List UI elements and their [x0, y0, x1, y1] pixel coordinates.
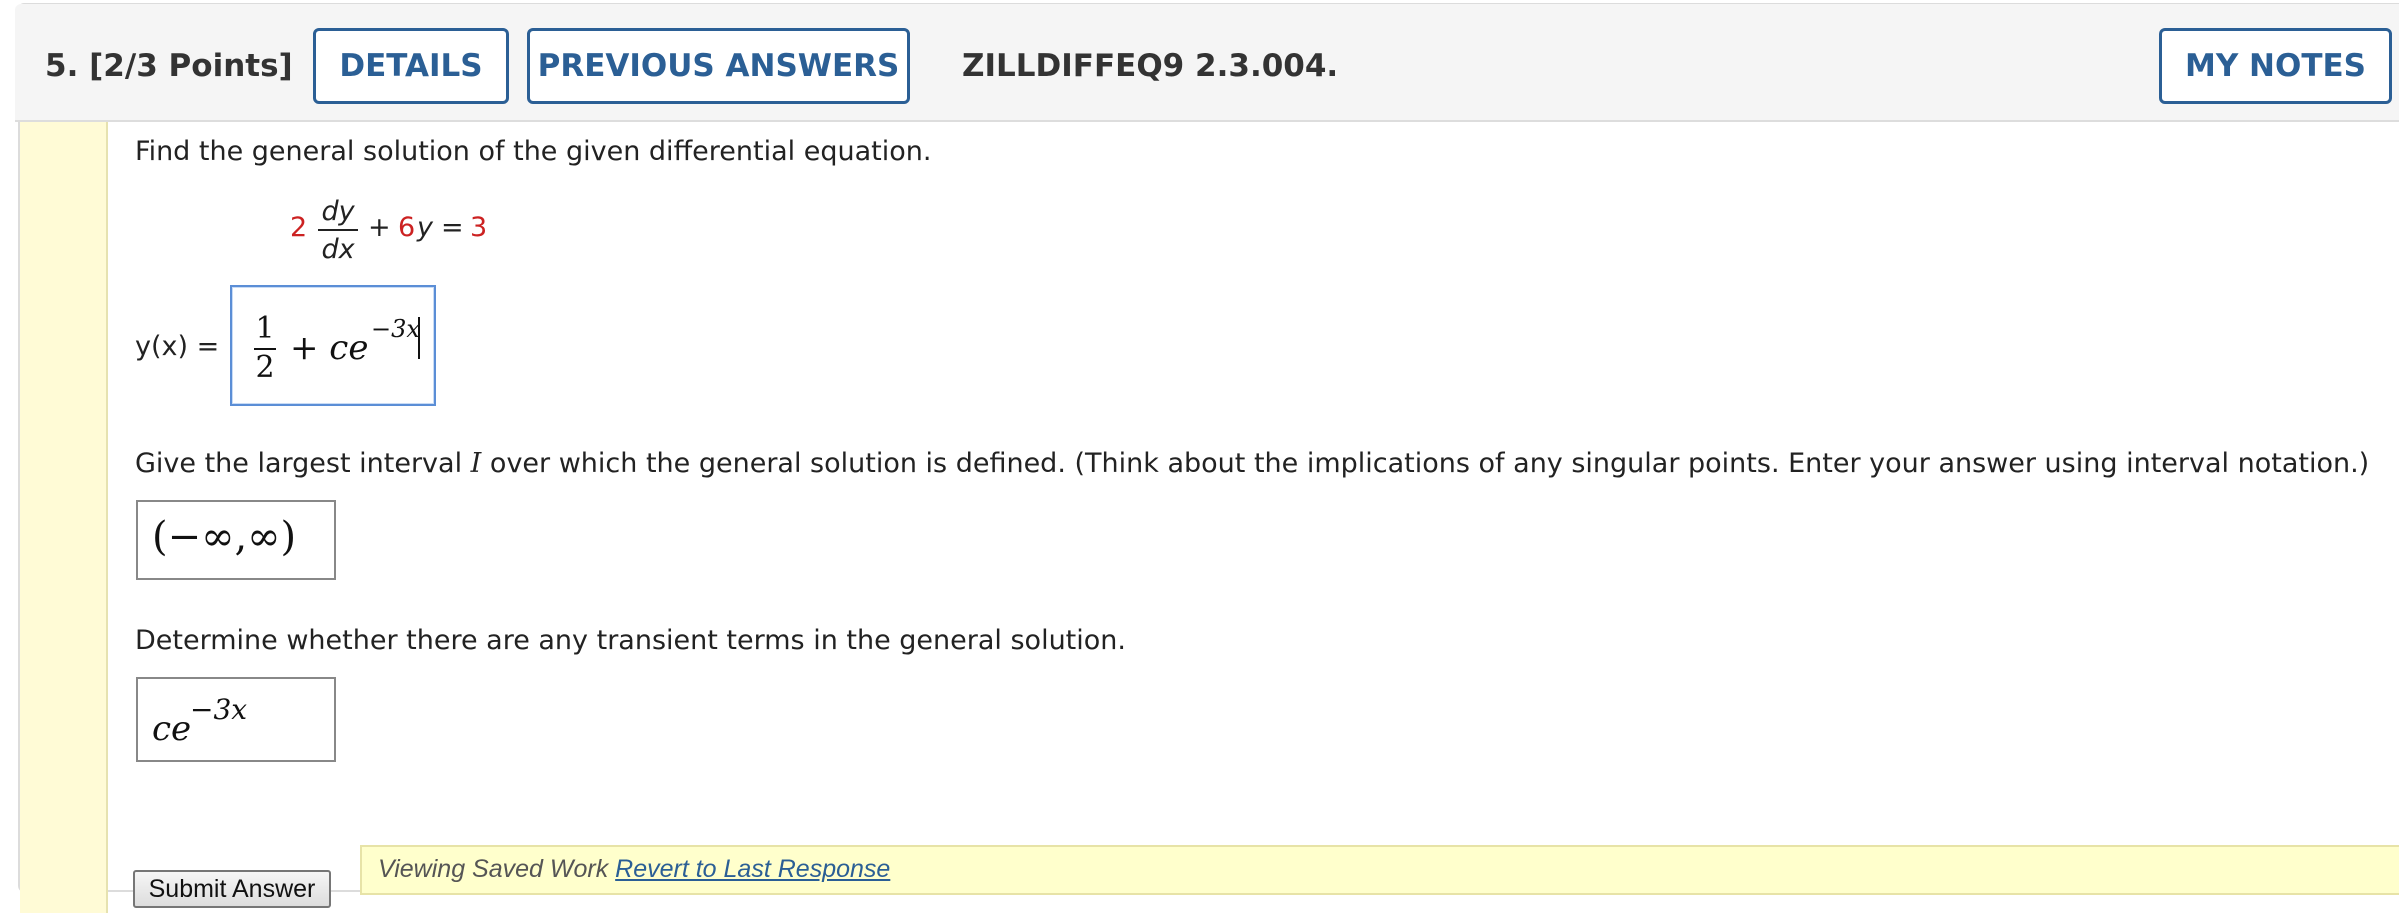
interval-variable-i: I	[470, 448, 482, 479]
saved-work-notice: Viewing Saved Work Revert to Last Respon…	[360, 845, 2399, 895]
transient-answer-exponent: −3x	[190, 693, 248, 726]
general-solution-answer-field[interactable]: 1 2 + ce −3x	[230, 285, 436, 406]
interval-answer-value: (−∞,∞)	[152, 514, 297, 560]
saved-work-text: Viewing Saved Work Revert to Last Respon…	[378, 847, 890, 891]
revert-to-last-response-link[interactable]: Revert to Last Response	[615, 855, 890, 883]
general-solution-label: y(x) =	[135, 331, 220, 362]
question-header: 5. [2/3 Points] DETAILS PREVIOUS ANSWERS…	[15, 4, 2399, 122]
equation-rhs: 3	[470, 212, 488, 243]
equation-numerator: dy	[321, 196, 355, 227]
transient-terms-answer-field[interactable]: ce −3x	[136, 677, 336, 762]
submit-answer-button[interactable]: Submit Answer	[133, 870, 331, 908]
equation-coefficient-b: 6	[398, 212, 416, 243]
text-cursor	[418, 317, 420, 359]
question-prompt: Find the general solution of the given d…	[135, 136, 932, 167]
equation-variable-y: y	[417, 212, 433, 243]
interval-prompt: Give the largest interval I over which t…	[135, 448, 2369, 479]
equation-denominator: dx	[321, 234, 355, 265]
interval-answer-field[interactable]: (−∞,∞)	[136, 500, 336, 580]
equation-plus: +	[368, 212, 391, 243]
answer-fraction-denominator: 2	[255, 350, 275, 385]
transient-answer-base: ce	[152, 709, 192, 749]
interval-prompt-part-a: Give the largest interval	[135, 448, 471, 479]
question-sidebar	[20, 122, 108, 913]
viewing-saved-work-label: Viewing Saved Work	[378, 855, 616, 883]
details-button[interactable]: DETAILS	[313, 28, 509, 104]
equation-equals: =	[441, 212, 464, 243]
question-number-points: 5. [2/3 Points]	[45, 48, 293, 84]
answer-fraction-numerator: 1	[255, 311, 275, 346]
answer-exponential-term: + ce	[290, 328, 369, 368]
fraction-bar	[318, 229, 358, 231]
interval-prompt-part-b: over which the general solution is defin…	[481, 448, 2370, 479]
transient-terms-prompt: Determine whether there are any transien…	[135, 625, 1126, 656]
question-code: ZILLDIFFEQ9 2.3.004.	[962, 48, 1339, 84]
equation-coefficient-a: 2	[290, 212, 308, 243]
answer-exponent: −3x	[371, 315, 420, 343]
my-notes-button[interactable]: MY NOTES	[2159, 28, 2392, 104]
previous-answers-button[interactable]: PREVIOUS ANSWERS	[527, 28, 910, 104]
